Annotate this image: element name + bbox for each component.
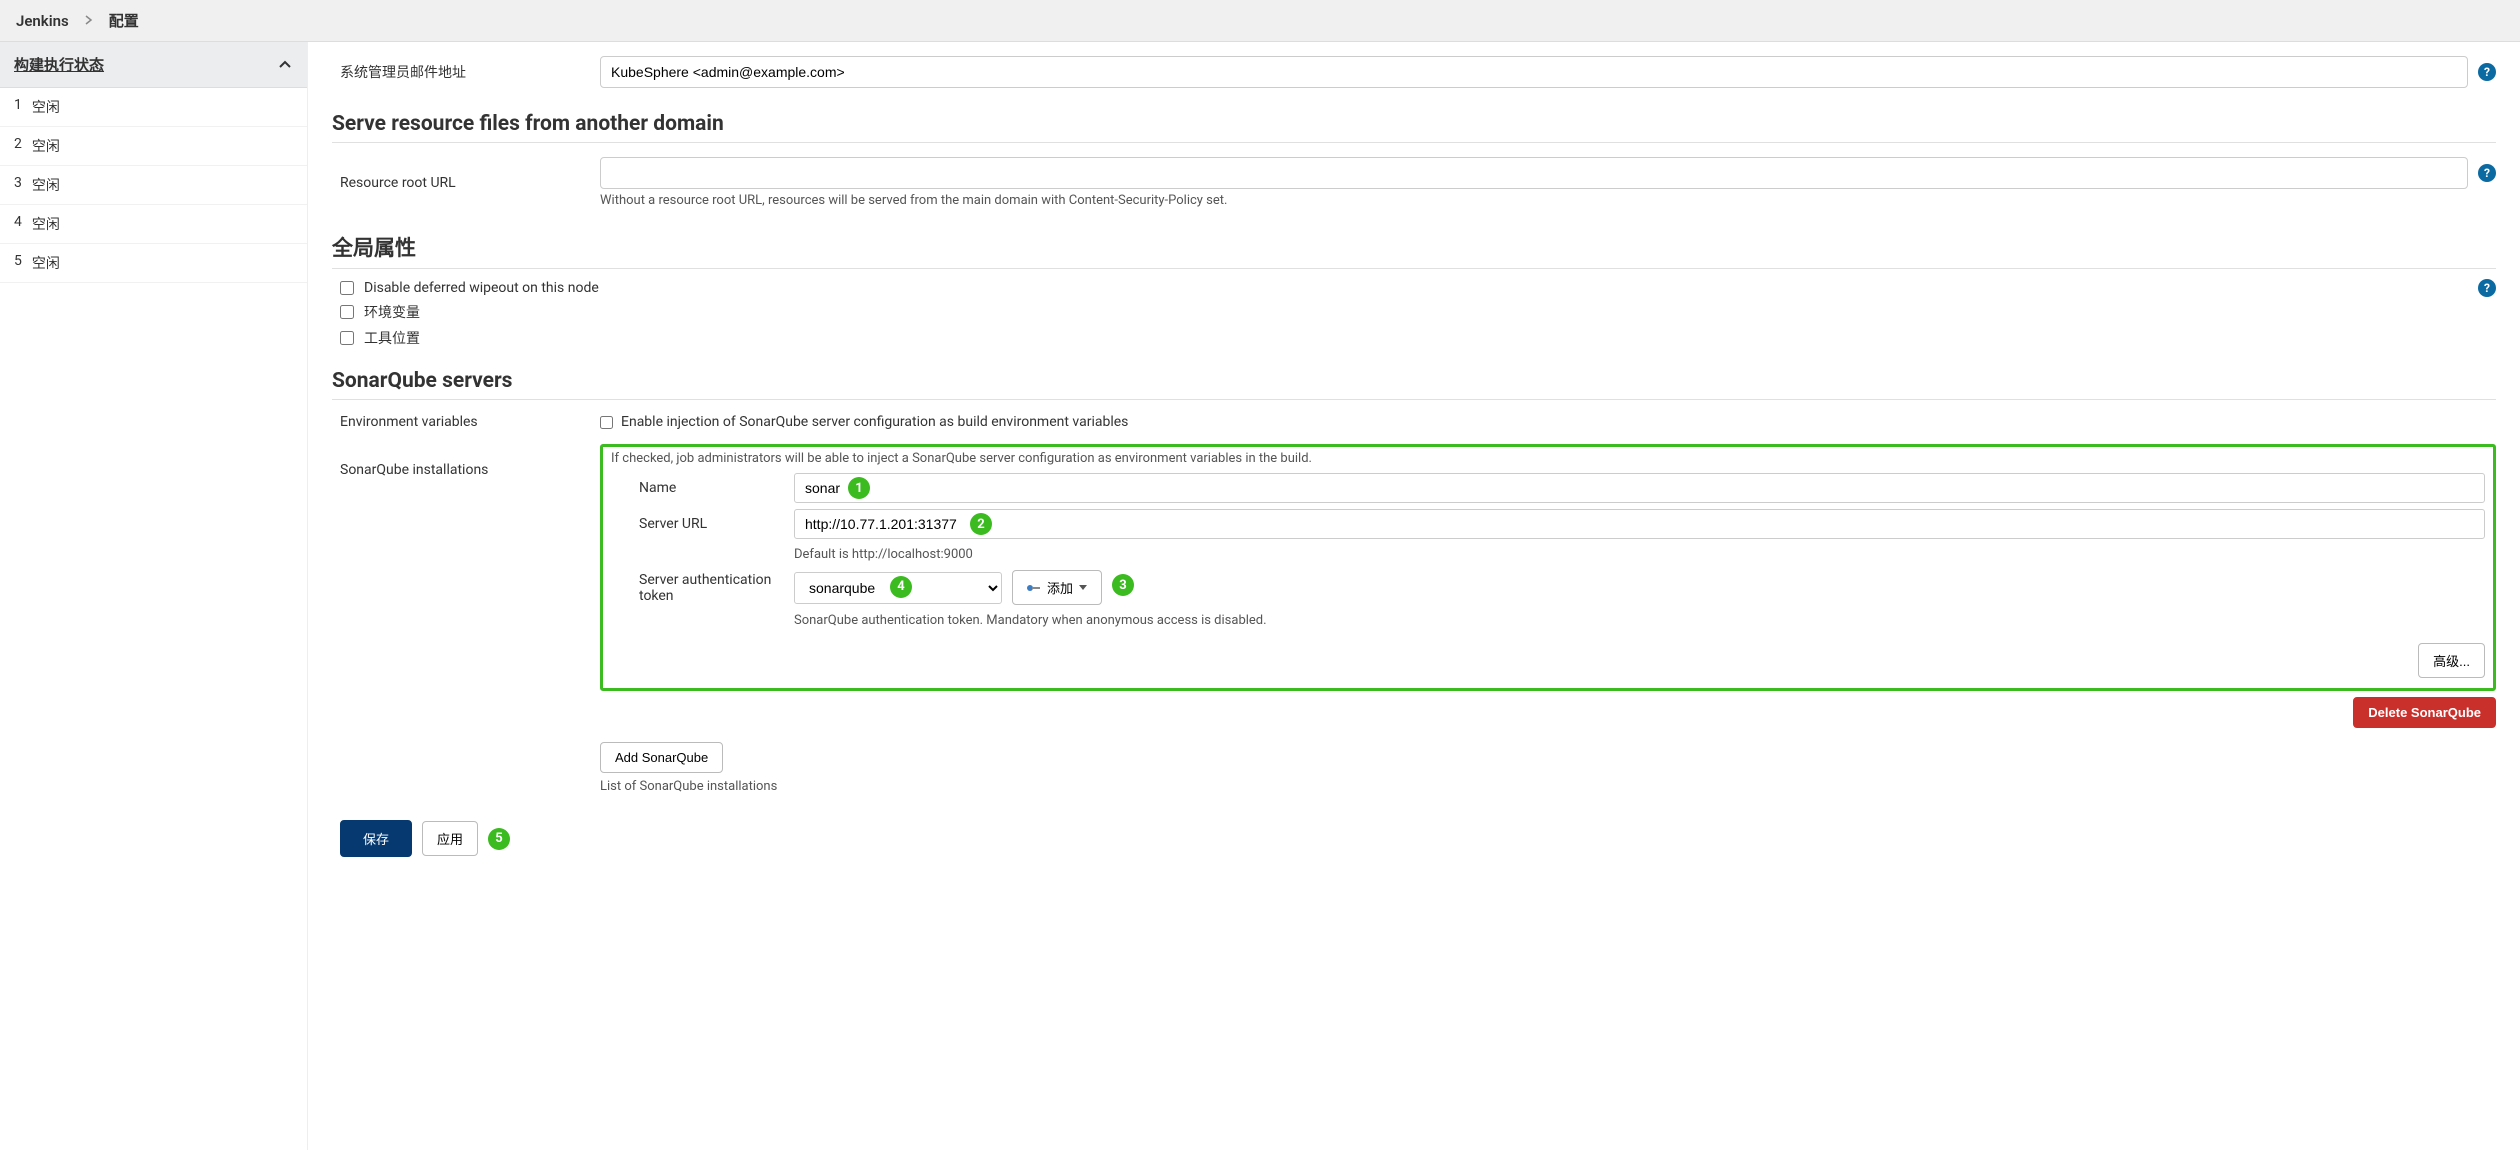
list-item[interactable]: 5空闲 — [0, 244, 307, 283]
env-variables-label: Environment variables — [332, 414, 592, 430]
main-content: 系统管理员邮件地址 ? Serve resource files from an… — [308, 42, 2520, 1150]
delete-sonarqube-button[interactable]: Delete SonarQube — [2353, 697, 2496, 728]
breadcrumb-current[interactable]: 配置 — [109, 10, 139, 31]
sidebar: 构建执行状态 1空闲 2空闲 3空闲 4空闲 5空闲 — [0, 42, 308, 1150]
sidebar-header[interactable]: 构建执行状态 — [0, 42, 307, 88]
callout-4: 4 — [890, 576, 912, 598]
sidebar-title: 构建执行状态 — [14, 54, 104, 75]
list-item[interactable]: 2空闲 — [0, 127, 307, 166]
callout-3: 3 — [1112, 574, 1134, 596]
sonar-name-label: Name — [611, 480, 786, 496]
resource-root-hint: Without a resource root URL, resources w… — [600, 193, 2496, 208]
help-icon[interactable]: ? — [2478, 164, 2496, 182]
advanced-button[interactable]: 高级... — [2418, 643, 2485, 678]
global-props-heading: 全局属性 — [332, 232, 2496, 269]
admin-email-label: 系统管理员邮件地址 — [332, 62, 592, 82]
list-item[interactable]: 4空闲 — [0, 205, 307, 244]
breadcrumb-root[interactable]: Jenkins — [16, 12, 69, 30]
chevron-right-icon — [85, 14, 93, 28]
disable-wipeout-checkbox[interactable] — [340, 281, 354, 295]
executor-list: 1空闲 2空闲 3空闲 4空闲 5空闲 — [0, 88, 307, 283]
tool-locations-checkbox[interactable] — [340, 331, 354, 345]
enable-injection-checkbox[interactable] — [600, 416, 613, 429]
sonar-url-hint: Default is http://localhost:9000 — [794, 547, 2485, 562]
caret-down-icon — [1079, 585, 1087, 590]
sonar-name-input[interactable] — [794, 473, 2485, 503]
sonar-list-hint: List of SonarQube installations — [600, 779, 2496, 794]
list-item[interactable]: 1空闲 — [0, 88, 307, 127]
save-button[interactable]: 保存 — [340, 820, 412, 857]
tool-locations-label: 工具位置 — [364, 328, 420, 348]
add-credentials-button[interactable]: 添加 — [1012, 570, 1102, 605]
callout-5: 5 — [488, 828, 510, 850]
sonar-url-input[interactable] — [794, 509, 2485, 539]
disable-wipeout-label: Disable deferred wipeout on this node — [364, 280, 599, 296]
help-icon[interactable]: ? — [2478, 279, 2496, 297]
list-item[interactable]: 3空闲 — [0, 166, 307, 205]
env-vars-checkbox[interactable] — [340, 305, 354, 319]
help-icon[interactable]: ? — [2478, 63, 2496, 81]
breadcrumb: Jenkins 配置 — [0, 0, 2520, 42]
sonar-install-block: If checked, job administrators will be a… — [600, 444, 2496, 691]
serve-resource-heading: Serve resource files from another domain — [332, 112, 2496, 143]
admin-email-input[interactable] — [600, 56, 2468, 88]
sonar-hint-top: If checked, job administrators will be a… — [611, 451, 2485, 466]
add-sonarqube-button[interactable]: Add SonarQube — [600, 742, 723, 773]
key-icon — [1027, 584, 1041, 592]
enable-injection-label: Enable injection of SonarQube server con… — [621, 414, 1128, 430]
resource-root-label: Resource root URL — [332, 175, 592, 191]
sonar-token-hint: SonarQube authentication token. Mandator… — [794, 613, 2485, 628]
sonar-install-label: SonarQube installations — [332, 442, 592, 478]
callout-1: 1 — [848, 477, 870, 499]
env-vars-label: 环境变量 — [364, 302, 420, 322]
sonarqube-heading: SonarQube servers — [332, 369, 2496, 400]
sonar-token-label: Server authentication token — [611, 572, 786, 604]
resource-root-input[interactable] — [600, 157, 2468, 189]
chevron-up-icon — [277, 57, 293, 73]
callout-2: 2 — [970, 513, 992, 535]
apply-button[interactable]: 应用 — [422, 821, 478, 856]
sonar-url-label: Server URL — [611, 516, 786, 532]
